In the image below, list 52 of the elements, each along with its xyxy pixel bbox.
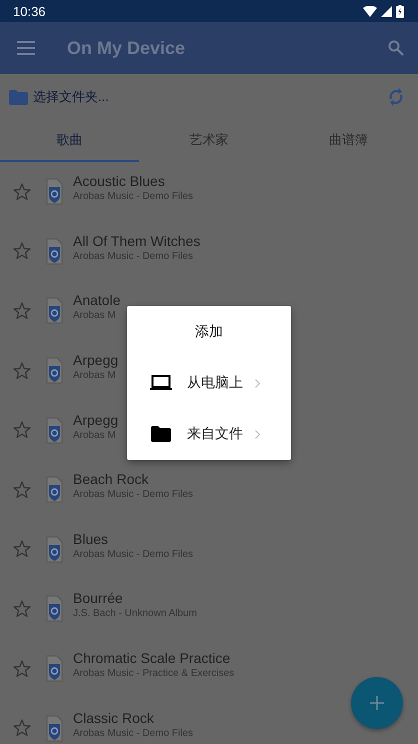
star-icon[interactable] <box>13 302 31 320</box>
file-icon <box>46 297 63 324</box>
file-icon <box>46 655 63 682</box>
tab[interactable]: 曲谱簿 <box>278 120 418 162</box>
star-icon[interactable] <box>13 540 31 558</box>
star-icon[interactable] <box>13 421 31 440</box>
file-icon <box>46 714 63 742</box>
battery-icon <box>396 4 404 18</box>
song-title: Blues <box>73 530 110 547</box>
song-title: Classic Rock <box>73 710 155 726</box>
dialog-option[interactable]: 来自文件 <box>127 408 291 460</box>
file-icon <box>46 416 63 444</box>
menu-icon[interactable] <box>17 41 35 55</box>
file-icon <box>46 595 63 622</box>
file-icon <box>46 238 63 265</box>
file-icon <box>46 536 63 563</box>
tab[interactable]: 歌曲 <box>0 120 140 162</box>
song-title: Chromatic Scale Practice <box>73 650 232 666</box>
song-title: All Of Them Witches <box>73 232 200 249</box>
song-title: Bourrée <box>73 590 124 606</box>
wifi-icon <box>363 6 377 16</box>
star-icon[interactable] <box>13 242 31 260</box>
dialog-title: 添加 <box>194 322 224 341</box>
song-title: Anatole <box>73 292 120 308</box>
star-icon[interactable] <box>13 719 31 738</box>
tab[interactable]: 艺术家 <box>139 120 279 162</box>
song-title: Arpegg <box>73 412 118 428</box>
file-icon <box>46 178 63 206</box>
file-icon <box>46 357 63 384</box>
folder-icon <box>9 90 28 104</box>
chevron-icon <box>255 378 260 388</box>
folder-picker[interactable]: 选择文件夹... <box>9 88 109 106</box>
star-icon[interactable] <box>13 600 31 618</box>
app-title: On My Device <box>67 38 186 58</box>
search-icon[interactable] <box>388 40 404 56</box>
star-icon[interactable] <box>13 362 31 380</box>
star-icon[interactable] <box>13 182 31 201</box>
status-time: 10:36 <box>13 4 46 18</box>
file-icon <box>46 476 63 504</box>
song-title: Arpegg <box>73 352 118 368</box>
song-title: Beach Rock <box>73 471 150 488</box>
add-button[interactable] <box>351 677 403 729</box>
folder-icon <box>150 426 172 442</box>
dialog-option[interactable]: 从电脑上 <box>127 358 291 409</box>
plus-icon <box>370 696 384 710</box>
signal-icon <box>381 6 392 16</box>
laptop-icon <box>150 375 172 392</box>
chevron-icon <box>255 430 260 439</box>
refresh-icon[interactable] <box>388 87 404 107</box>
star-icon[interactable] <box>13 480 31 499</box>
song-title: Acoustic Blues <box>73 173 166 190</box>
star-icon[interactable] <box>13 660 31 678</box>
